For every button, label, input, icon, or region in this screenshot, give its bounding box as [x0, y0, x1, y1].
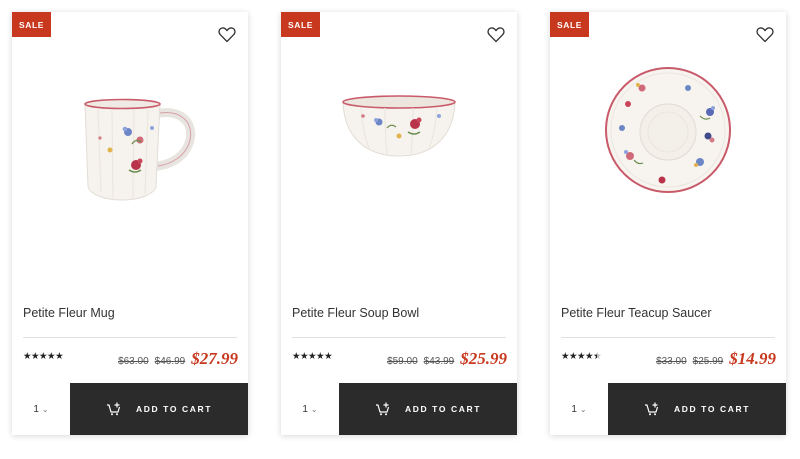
sale-badge: SALE — [550, 12, 589, 37]
cart-plus-icon — [376, 402, 390, 416]
original-price: $63.00 — [118, 356, 149, 367]
chevron-down-icon: ⌄ — [579, 404, 587, 414]
cart-plus-icon — [107, 402, 121, 416]
product-image-mug[interactable] — [12, 52, 248, 272]
price-group: $59.00 $43.99 $25.99 — [387, 349, 507, 369]
price-group: $63.00 $46.99 $27.99 — [118, 349, 238, 369]
quantity-select[interactable]: 1 ⌄ — [281, 383, 339, 435]
half-star-icon: ★ — [593, 351, 602, 362]
previous-price: $25.99 — [692, 356, 724, 367]
sale-price: $25.99 — [460, 349, 507, 368]
cart-plus-icon — [645, 402, 659, 416]
rating-stars: ★★★★★ — [23, 351, 64, 362]
previous-price: $43.99 — [423, 356, 455, 367]
add-to-cart-label: ADD TO CART — [136, 404, 212, 414]
rating-full-stars: ★★★★ — [561, 351, 594, 362]
product-card[interactable]: SALE Petite Fleur Mug ★★★★★ $63.00 $46.9… — [12, 12, 248, 435]
rating-stars: ★★★★★ — [561, 351, 602, 362]
product-image-teacup-saucer[interactable] — [550, 52, 786, 272]
product-card[interactable]: SALE Petite Fleur Teacup Saucer ★★★★★ $3… — [550, 12, 786, 435]
rating-stars: ★★★★★ — [292, 351, 333, 362]
heart-outline-icon[interactable] — [756, 26, 774, 43]
divider — [561, 337, 775, 338]
divider — [292, 337, 506, 338]
product-card[interactable]: SALE Petite Fleur Soup Bowl ★★★★★ $59.00… — [281, 12, 517, 435]
chevron-down-icon: ⌄ — [310, 404, 318, 414]
original-price: $59.00 — [387, 356, 418, 367]
product-name[interactable]: Petite Fleur Soup Bowl — [292, 306, 506, 320]
divider — [23, 337, 237, 338]
quantity-select[interactable]: 1 ⌄ — [550, 383, 608, 435]
quantity-value: 1 — [302, 403, 308, 415]
original-price: $33.00 — [656, 356, 687, 367]
add-to-cart-button[interactable]: ADD TO CART — [608, 383, 786, 435]
quantity-value: 1 — [571, 403, 577, 415]
sale-price: $27.99 — [191, 349, 238, 368]
product-name[interactable]: Petite Fleur Teacup Saucer — [561, 306, 775, 320]
quantity-select[interactable]: 1 ⌄ — [12, 383, 70, 435]
add-to-cart-button[interactable]: ADD TO CART — [339, 383, 517, 435]
price-group: $33.00 $25.99 $14.99 — [656, 349, 776, 369]
sale-badge: SALE — [12, 12, 51, 37]
chevron-down-icon: ⌄ — [41, 404, 49, 414]
heart-outline-icon[interactable] — [487, 26, 505, 43]
heart-outline-icon[interactable] — [218, 26, 236, 43]
previous-price: $46.99 — [154, 356, 186, 367]
add-to-cart-label: ADD TO CART — [405, 404, 481, 414]
add-to-cart-button[interactable]: ADD TO CART — [70, 383, 248, 435]
product-image-soup-bowl[interactable] — [281, 52, 517, 272]
sale-badge: SALE — [281, 12, 320, 37]
quantity-value: 1 — [33, 403, 39, 415]
sale-price: $14.99 — [729, 349, 776, 368]
add-to-cart-label: ADD TO CART — [674, 404, 750, 414]
product-name[interactable]: Petite Fleur Mug — [23, 306, 237, 320]
